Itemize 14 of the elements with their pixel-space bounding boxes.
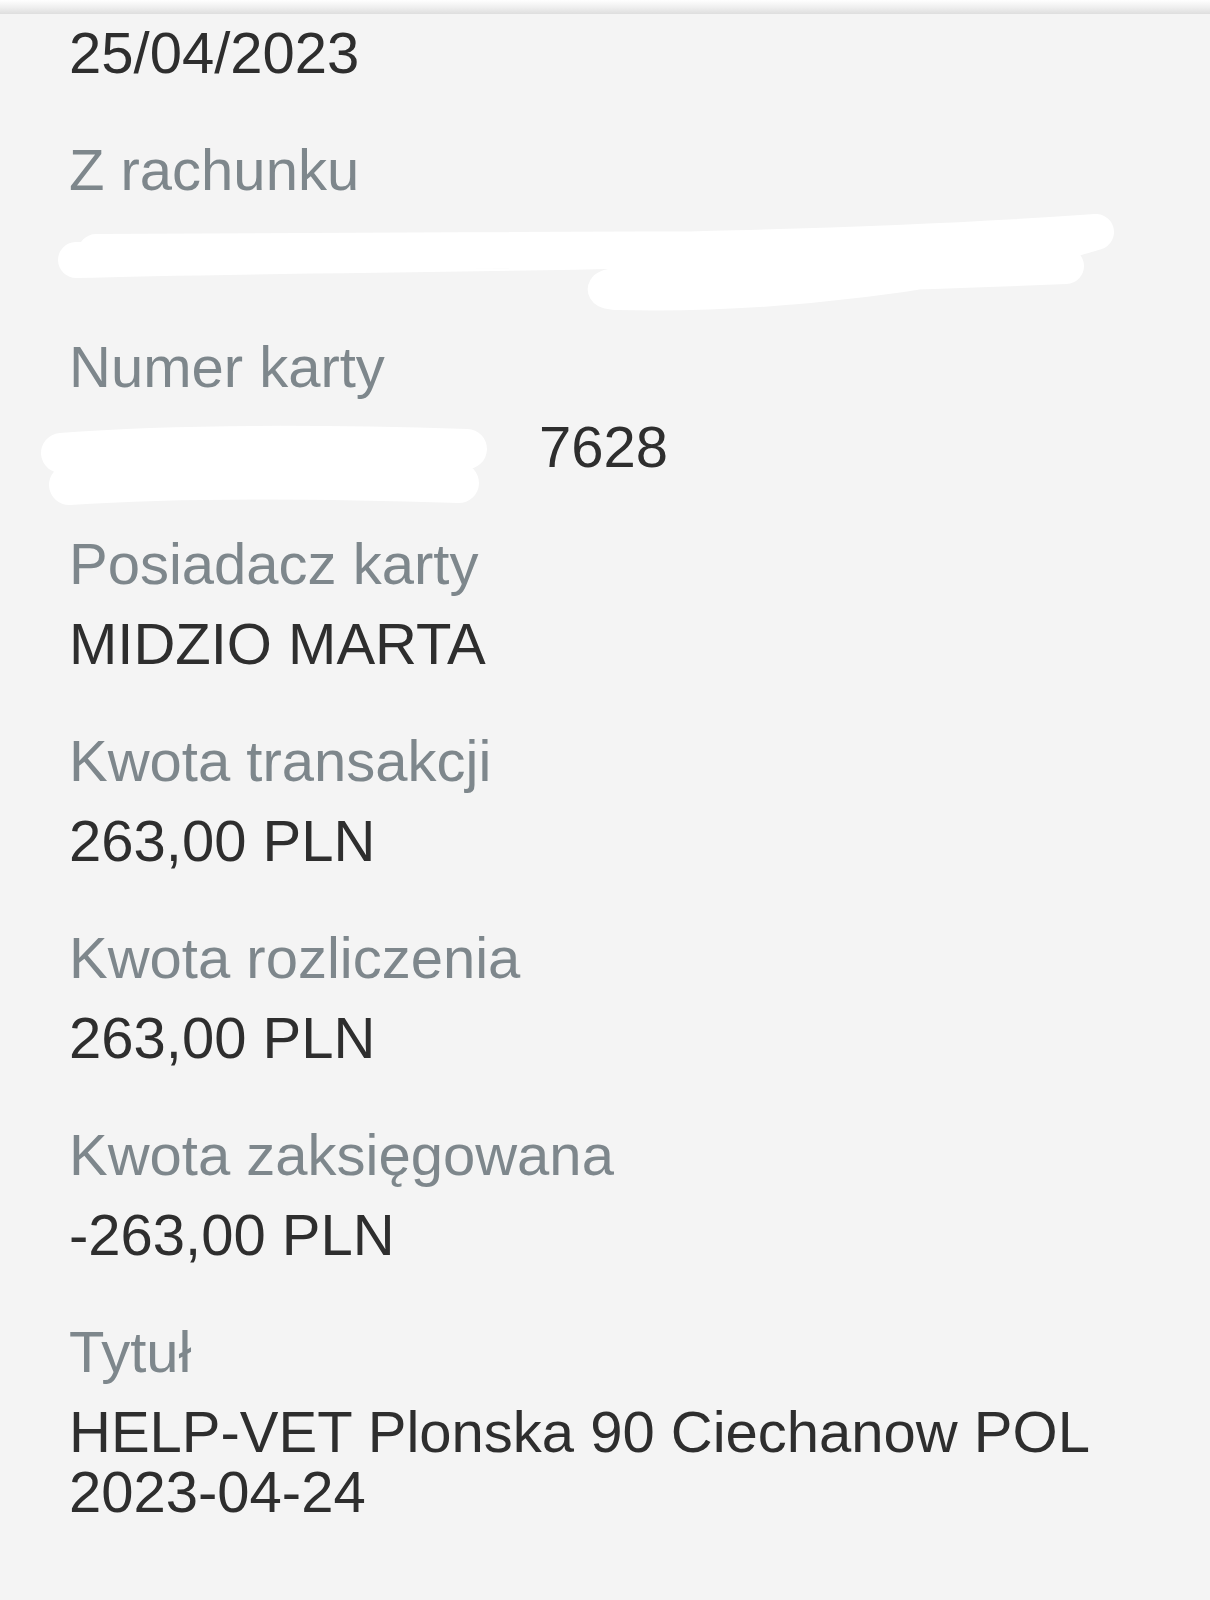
field-label: Z rachunku xyxy=(69,140,360,200)
field-value: 263,00 PLN xyxy=(69,811,376,871)
field-label: Numer karty xyxy=(69,337,385,397)
field-value: -263,00 PLN xyxy=(69,1205,395,1265)
field-value: 25/04/2023 xyxy=(69,23,360,83)
field-label: Posiadacz karty xyxy=(69,534,479,594)
field-value: MIDZIO MARTA xyxy=(69,614,486,674)
field-label: Kwota transakcji xyxy=(69,731,492,791)
field-value: HELP-VET Plonska 90 Ciechanow POL 2023-04-24 xyxy=(69,1402,1089,1522)
field-value: 263,00 PLN xyxy=(69,1008,376,1068)
field-value: 7628 xyxy=(539,417,669,477)
field-label: Kwota zaksięgowana xyxy=(69,1125,614,1185)
field-label: Kwota rozliczenia xyxy=(69,928,521,988)
field-label: Tytuł xyxy=(69,1322,192,1382)
